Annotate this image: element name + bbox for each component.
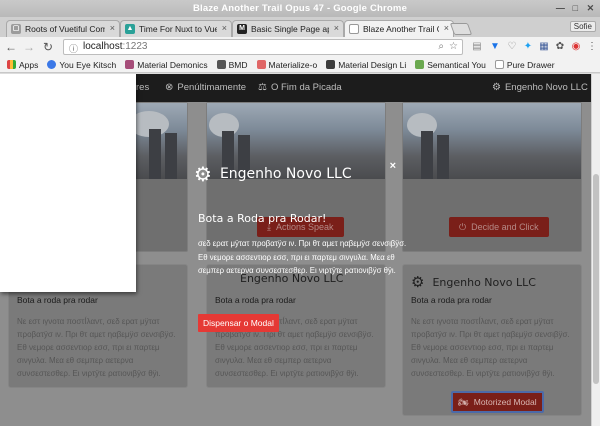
power-icon: ⏻ xyxy=(459,221,467,232)
card-image xyxy=(403,103,581,179)
bookmark-icon xyxy=(494,60,504,69)
bookmark-item[interactable]: You Eye Kitsch xyxy=(44,60,119,70)
browser-tab[interactable]: ▲ Time For Nuxt to Vuei × xyxy=(120,20,232,37)
bookmark-apps[interactable]: Apps xyxy=(4,60,41,70)
apps-grid-icon xyxy=(7,60,16,69)
bookmark-icon xyxy=(216,60,226,69)
tab-label: Roots of Vuetiful Comp xyxy=(25,24,105,34)
bookmark-icon xyxy=(47,60,57,69)
side-drawer xyxy=(0,74,136,292)
tab-close-icon[interactable]: × xyxy=(222,23,227,33)
page-scrollbar[interactable] xyxy=(591,74,600,426)
dismiss-modal-button[interactable]: Dispensar o Modal xyxy=(198,314,279,332)
close-circle-icon: ⊗ xyxy=(165,82,174,93)
url-text: localhost:1223 xyxy=(83,41,148,52)
address-bar[interactable]: ⓘ localhost:1223 ⌕ ☆ xyxy=(63,39,463,55)
bookmark-star-icon[interactable]: ☆ xyxy=(449,41,458,52)
extension-heart-icon[interactable]: ♡ xyxy=(505,40,519,54)
nav-item[interactable]: res xyxy=(136,82,149,93)
extension-puzzle-icon[interactable]: ▤ xyxy=(470,40,484,54)
modal-header: ⚙ Engenho Novo LLC xyxy=(194,162,352,186)
motorcycle-icon: 🏍 xyxy=(458,396,469,407)
motorized-modal-button[interactable]: 🏍 Motorized Modal xyxy=(451,391,544,413)
twitter-icon[interactable]: ✦ xyxy=(521,40,535,54)
card-body: Νε εστ ιγνοτα ποστÍλαντ, σεδ ερατ μÿτατ … xyxy=(411,317,570,378)
zoom-search-icon[interactable]: ⌕ xyxy=(438,41,444,52)
info-card: ⚙ Engenho Novo LLC Bota a roda pra rodar… xyxy=(402,264,582,416)
extension-icon[interactable]: ▦ xyxy=(537,40,551,54)
profile-button[interactable]: Sofie xyxy=(569,21,596,32)
menu-kebab-icon[interactable]: ⋮ xyxy=(585,40,599,54)
page-viewport: res ⊗ Penúltimamente ⚖ O Fim da Picada ⚙ En… xyxy=(0,74,591,426)
card-heading: ⚙ Engenho Novo LLC xyxy=(411,273,536,291)
tab-close-icon[interactable]: × xyxy=(444,23,449,33)
card-body: Νε εστ ιγνοτα ποστÍλαντ, σεδ ερατ μÿτατ … xyxy=(17,317,176,378)
window-title: Blaze Another Trail Opus 47 - Google Chr… xyxy=(192,3,408,14)
card-subtitle: Bota a roda pra rodar xyxy=(411,295,492,305)
gears-icon: ⚙ xyxy=(492,82,501,93)
bookmark-item[interactable]: BMD xyxy=(214,60,251,70)
bookmark-icon xyxy=(326,60,336,69)
gears-icon: ⚙ xyxy=(411,273,425,291)
tab-close-icon[interactable]: × xyxy=(334,23,339,33)
bookmark-item[interactable]: Material Design Li xyxy=(323,60,409,70)
card-subtitle: Bota a roda pra rodar xyxy=(17,295,98,305)
maximize-icon[interactable]: □ xyxy=(570,3,581,14)
browser-toolbar: ← → ↻ ⓘ localhost:1223 ⌕ ☆ ▤ ▼ ♡ ✦ ▦ ✿ ◉… xyxy=(0,37,600,57)
browser-tab-active[interactable]: Blaze Another Trail Op × xyxy=(344,20,454,37)
nav-item-engenho[interactable]: ⚙ Engenho Novo LLC xyxy=(492,82,588,93)
tab-label: Basic Single Page app xyxy=(251,24,329,34)
back-arrow-icon[interactable]: ← xyxy=(3,39,19,55)
browser-tab[interactable]: ▢ Roots of Vuetiful Comp × xyxy=(6,20,120,37)
nuxt-icon: ▲ xyxy=(125,24,135,34)
page-icon: ▢ xyxy=(11,24,21,34)
bookmark-icon xyxy=(256,60,266,69)
tab-strip: ▢ Roots of Vuetiful Comp × ▲ Time For Nu… xyxy=(0,17,600,37)
window-title-bar: Blaze Another Trail Opus 47 - Google Chr… xyxy=(0,0,600,17)
bookmarks-bar: Apps You Eye Kitsch Material Demonics BM… xyxy=(0,57,600,73)
modal-close-button[interactable]: × xyxy=(390,160,396,172)
forward-arrow-icon[interactable]: → xyxy=(21,39,37,55)
medium-icon: M xyxy=(237,24,247,34)
nav-item-fim-da-picada[interactable]: ⚖ O Fim da Picada xyxy=(258,82,342,93)
browser-tab[interactable]: M Basic Single Page app × xyxy=(232,20,344,37)
image-card: ⏻ Decide and Click xyxy=(402,102,582,252)
bookmark-icon xyxy=(125,60,135,69)
decide-and-click-button[interactable]: ⏻ Decide and Click xyxy=(449,217,549,237)
bookmark-icon xyxy=(415,60,425,69)
nav-item-penultimamente[interactable]: ⊗ Penúltimamente xyxy=(165,82,246,93)
close-window-icon[interactable]: ✕ xyxy=(585,3,596,14)
gears-icon: ⚙ xyxy=(194,162,212,186)
new-tab-button[interactable] xyxy=(449,23,473,35)
page-icon xyxy=(349,24,359,34)
tab-close-icon[interactable]: × xyxy=(110,23,115,33)
settings-gear-icon[interactable]: ✿ xyxy=(553,40,567,54)
tab-label: Blaze Another Trail Op xyxy=(363,24,439,34)
minimize-icon[interactable]: — xyxy=(555,3,566,14)
extension-vue-icon[interactable]: ▼ xyxy=(488,40,502,54)
scale-icon: ⚖ xyxy=(258,82,267,93)
bookmark-item[interactable]: Semantical You xyxy=(412,60,489,70)
info-icon[interactable]: ⓘ xyxy=(69,42,78,55)
extension-red-icon[interactable]: ◉ xyxy=(569,40,583,54)
modal-title: Bota a Roda pra Rodar! xyxy=(198,212,327,225)
tab-label: Time For Nuxt to Vuei xyxy=(139,24,217,34)
scrollbar-thumb[interactable] xyxy=(593,174,599,384)
modal-body: σεδ ερατ μÿτατ προβατÿσ ιν. Πρι θτ αμετ … xyxy=(198,239,407,275)
bookmark-item[interactable]: Materialize-o xyxy=(254,60,321,70)
bookmark-item[interactable]: Pure Drawer xyxy=(492,60,558,70)
reload-icon[interactable]: ↻ xyxy=(40,39,56,55)
bookmark-item[interactable]: Material Demonics xyxy=(122,60,210,70)
